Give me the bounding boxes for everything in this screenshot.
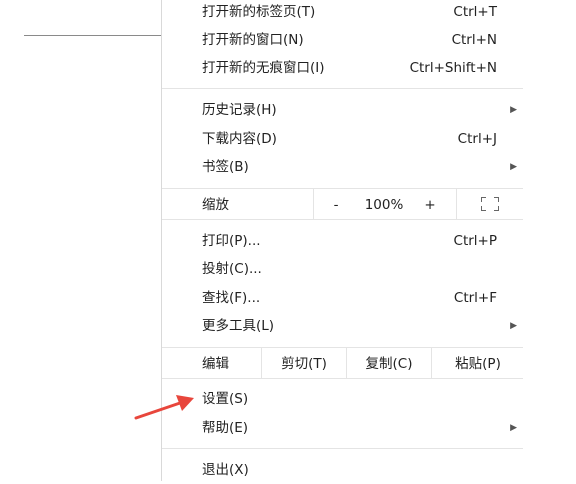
submenu-arrow-icon: ▶ bbox=[510, 162, 517, 172]
zoom-divider bbox=[456, 189, 457, 219]
menu-item-exit[interactable]: 退出(X) bbox=[162, 456, 523, 484]
menu-item-new-window[interactable]: 打开新的窗口(N) Ctrl+N bbox=[162, 26, 523, 54]
menu-item-cast[interactable]: 投射(C)... bbox=[162, 255, 523, 283]
menu-item-settings[interactable]: 设置(S) bbox=[162, 385, 523, 413]
zoom-divider bbox=[313, 189, 314, 219]
fullscreen-icon[interactable] bbox=[481, 197, 499, 211]
zoom-out-button[interactable]: - bbox=[322, 189, 350, 219]
cut-button[interactable]: 剪切(T) bbox=[262, 348, 346, 378]
paste-button[interactable]: 粘贴(P) bbox=[432, 348, 524, 378]
zoom-row: 缩放 - 100% + bbox=[162, 188, 523, 220]
menu-item-history[interactable]: 历史记录(H) ▶ bbox=[162, 96, 523, 124]
menu-item-print[interactable]: 打印(P)... Ctrl+P bbox=[162, 227, 523, 255]
page-divider-line bbox=[24, 35, 161, 36]
menu-item-new-tab[interactable]: 打开新的标签页(T) Ctrl+T bbox=[162, 0, 523, 26]
menu-item-bookmarks[interactable]: 书签(B) ▶ bbox=[162, 153, 523, 181]
edit-row: 编辑 剪切(T) 复制(C) 粘贴(P) bbox=[162, 347, 523, 379]
menu-item-new-incognito-window[interactable]: 打开新的无痕窗口(I) Ctrl+Shift+N bbox=[162, 54, 523, 82]
menu-item-help[interactable]: 帮助(E) ▶ bbox=[162, 414, 523, 442]
submenu-arrow-icon: ▶ bbox=[510, 321, 517, 331]
submenu-arrow-icon: ▶ bbox=[510, 423, 517, 433]
menu-item-downloads[interactable]: 下载内容(D) Ctrl+J bbox=[162, 125, 523, 153]
edit-label: 编辑 bbox=[202, 356, 229, 372]
menu-item-more-tools[interactable]: 更多工具(L) ▶ bbox=[162, 312, 523, 340]
submenu-arrow-icon: ▶ bbox=[510, 105, 517, 115]
menu-separator bbox=[162, 88, 523, 89]
zoom-label: 缩放 bbox=[202, 197, 229, 213]
browser-main-menu: 打开新的标签页(T) Ctrl+T 打开新的窗口(N) Ctrl+N 打开新的无… bbox=[161, 0, 523, 481]
copy-button[interactable]: 复制(C) bbox=[347, 348, 431, 378]
menu-item-find[interactable]: 查找(F)... Ctrl+F bbox=[162, 284, 523, 312]
red-arrow-icon bbox=[134, 395, 194, 420]
menu-separator bbox=[162, 448, 523, 449]
zoom-level: 100% bbox=[364, 197, 404, 213]
zoom-in-button[interactable]: + bbox=[418, 189, 442, 219]
